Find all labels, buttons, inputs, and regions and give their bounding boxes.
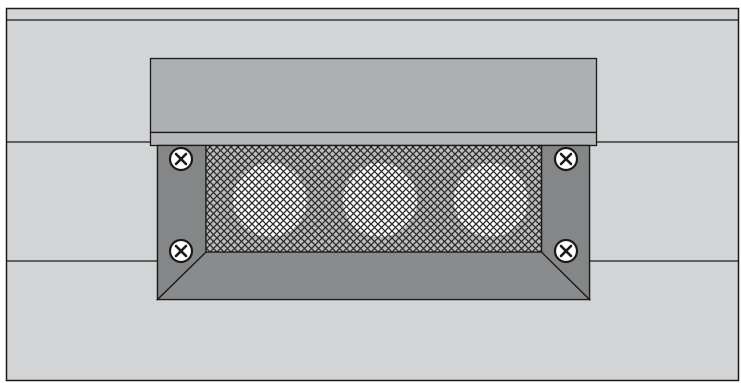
hood-lip — [149, 131, 598, 147]
hood — [149, 57, 598, 147]
mesh-grille — [205, 144, 543, 253]
frame-bottom-bevel — [155, 251, 592, 301]
speaker-cone-left — [233, 163, 307, 237]
screw-bottom-right-icon — [553, 238, 579, 264]
speaker-grille-illustration — [5, 7, 740, 382]
speaker-cone-right — [454, 163, 528, 237]
screw-bottom-left-icon — [168, 238, 194, 264]
screw-top-left-icon — [168, 146, 194, 172]
illustration-canvas — [0, 0, 741, 383]
speaker-cone-center — [343, 163, 417, 237]
hood-top — [149, 57, 598, 134]
screw-top-right-icon — [553, 146, 579, 172]
